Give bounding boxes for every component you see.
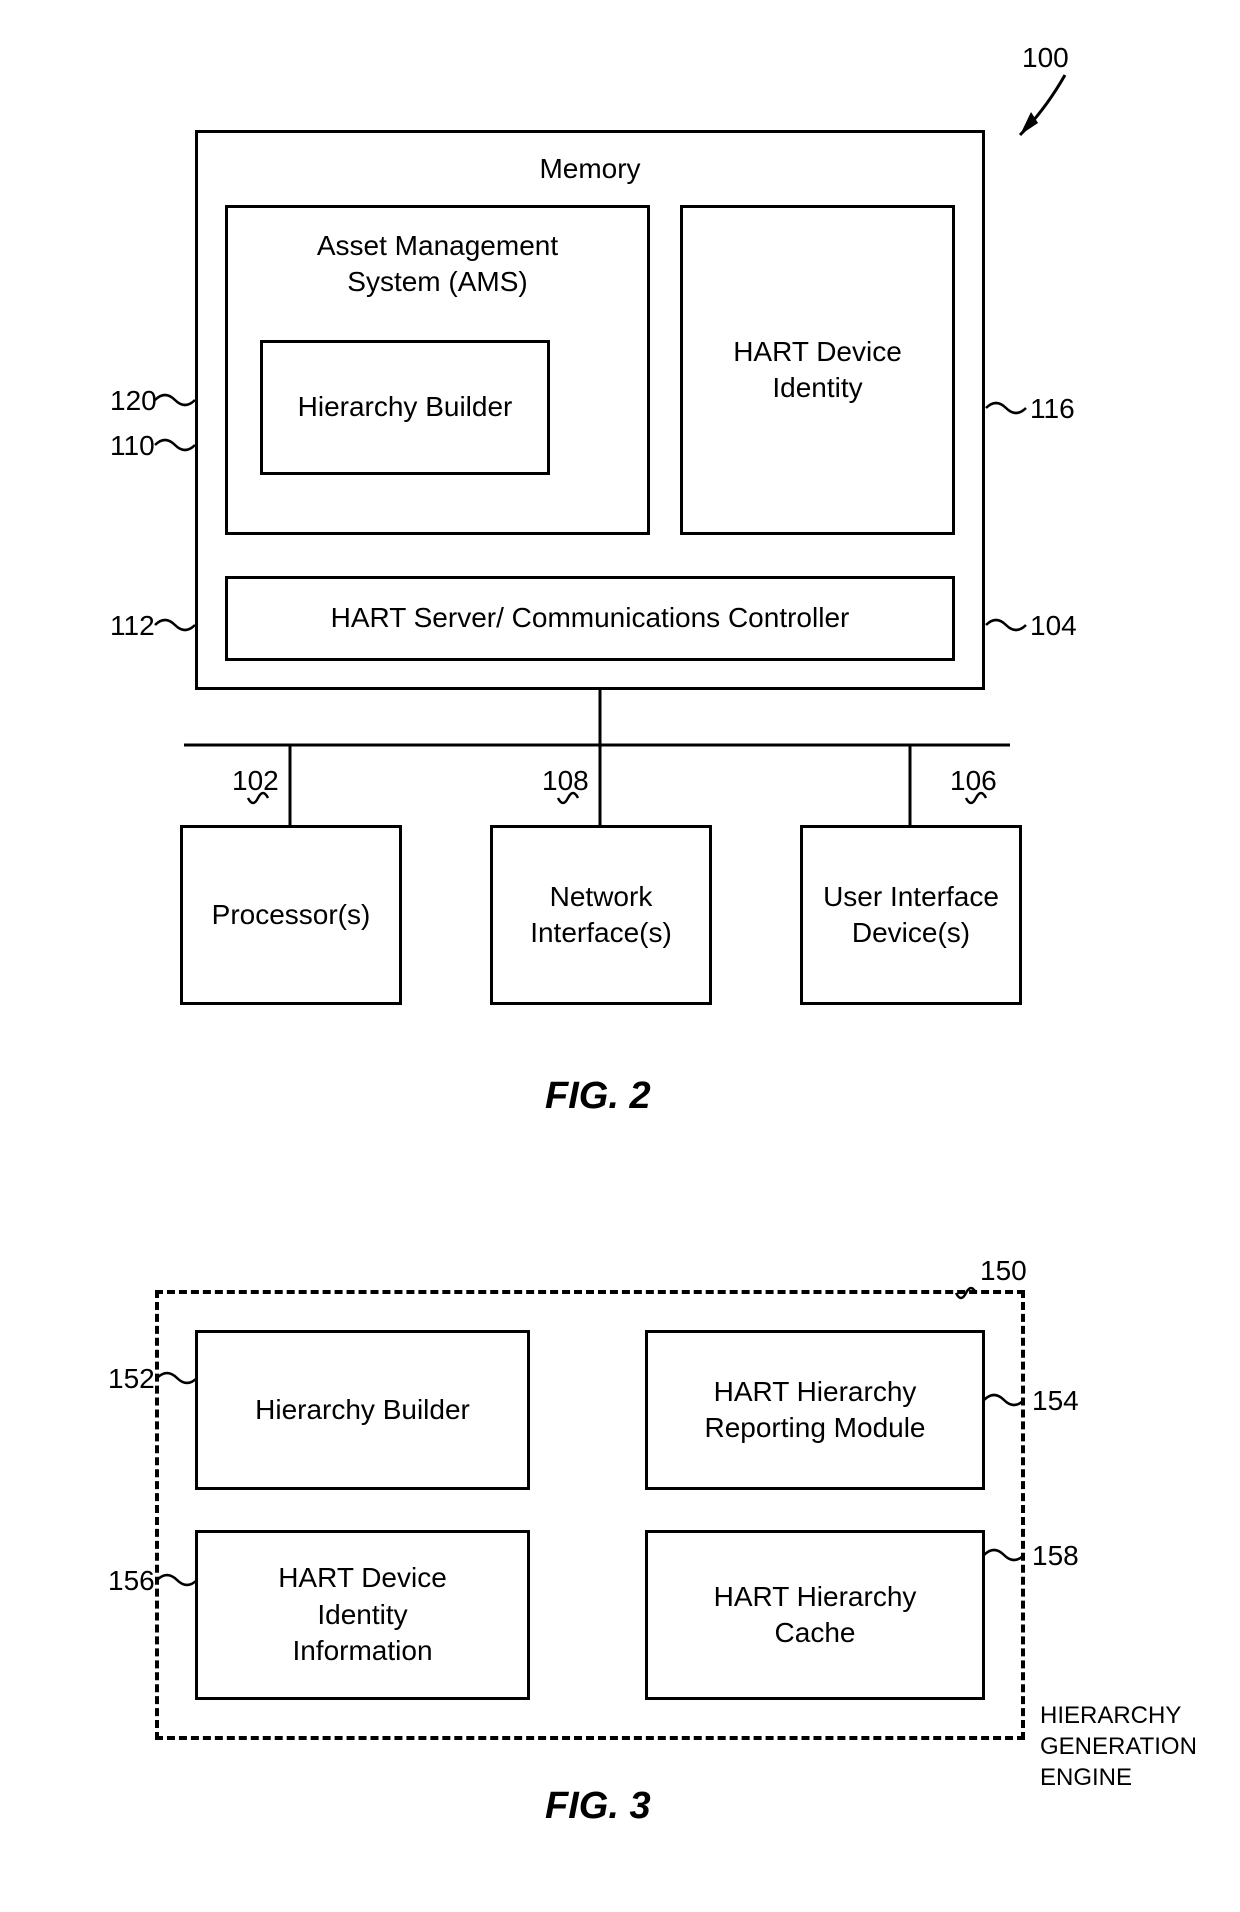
f3-cache-label: HART Hierarchy Cache [695, 1579, 935, 1652]
ref-112: 112 [110, 610, 155, 642]
f3-identity-info-label: HART Device Identity Information [248, 1560, 478, 1669]
user-if-box: User Interface Device(s) [800, 825, 1022, 1005]
fig2-caption: FIG. 2 [545, 1075, 651, 1118]
hart-identity-label: HART Device Identity [718, 334, 918, 407]
ref-116: 116 [1030, 393, 1075, 425]
ref-104: 104 [1030, 610, 1077, 642]
hierarchy-builder-box: Hierarchy Builder [260, 340, 550, 475]
hart-identity-box: HART Device Identity [680, 205, 955, 535]
patent-figure-page: 100 Memory Asset Management System (AMS) [0, 0, 1240, 1912]
ref-110: 110 [110, 430, 155, 462]
ref-108: 108 [542, 765, 589, 797]
f3-reporting-box: HART Hierarchy Reporting Module [645, 1330, 985, 1490]
f3-reporting-label: HART Hierarchy Reporting Module [685, 1374, 945, 1447]
memory-title: Memory [539, 151, 640, 187]
hart-server-label: HART Server/ Communications Controller [331, 600, 850, 636]
f3-cache-box: HART Hierarchy Cache [645, 1530, 985, 1700]
f3-hierarchy-builder-box: Hierarchy Builder [195, 1330, 530, 1490]
ref-152: 152 [108, 1363, 155, 1395]
fig3-caption: FIG. 3 [545, 1785, 651, 1828]
processor-label: Processor(s) [212, 897, 371, 933]
hart-server-box: HART Server/ Communications Controller [225, 576, 955, 661]
processor-box: Processor(s) [180, 825, 402, 1005]
ref-156: 156 [108, 1565, 155, 1597]
ref-102: 102 [232, 765, 279, 797]
network-if-label: Network Interface(s) [511, 879, 691, 952]
ref-150: 150 [980, 1255, 1027, 1287]
ref-154: 154 [1032, 1385, 1079, 1417]
hierarchy-builder-label: Hierarchy Builder [298, 389, 513, 425]
ams-title: Asset Management System (AMS) [278, 228, 598, 301]
ref-120: 120 [110, 385, 157, 417]
f3-hierarchy-builder-label: Hierarchy Builder [255, 1392, 470, 1428]
ref-158: 158 [1032, 1540, 1079, 1572]
user-if-label: User Interface Device(s) [816, 879, 1006, 952]
ref-100: 100 [1022, 42, 1069, 74]
engine-title: HIERARCHY GENERATION ENGINE [1040, 1700, 1220, 1794]
f3-identity-info-box: HART Device Identity Information [195, 1530, 530, 1700]
network-if-box: Network Interface(s) [490, 825, 712, 1005]
ref-106: 106 [950, 765, 997, 797]
